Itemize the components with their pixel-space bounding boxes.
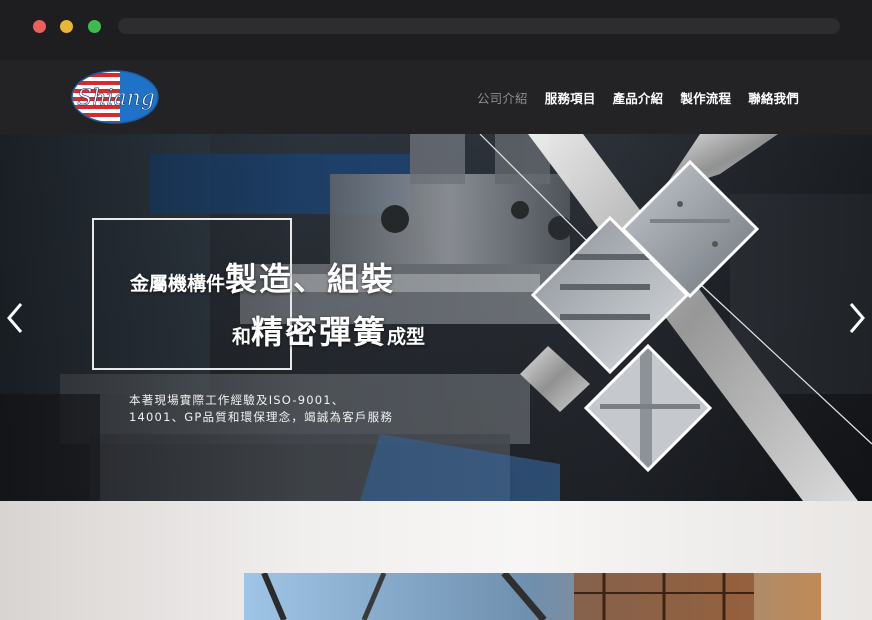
browser-chrome bbox=[0, 0, 872, 60]
hero-title-line2-small-b: 成型 bbox=[387, 326, 426, 348]
nav-item-process[interactable]: 製作流程 bbox=[680, 88, 731, 107]
browser-window: Shiang 公司介紹 服務項目 產品介紹 製作流程 聯絡我們 金屬機構件製造、… bbox=[0, 0, 872, 620]
address-bar[interactable] bbox=[118, 18, 840, 34]
nav-item-products[interactable]: 產品介紹 bbox=[613, 88, 664, 107]
chevron-left-icon[interactable] bbox=[5, 302, 25, 334]
hero-title-line1: 金屬機構件製造、組裝 bbox=[130, 254, 395, 300]
nav-item-services[interactable]: 服務項目 bbox=[545, 88, 596, 107]
content-section bbox=[0, 501, 872, 620]
close-window-button[interactable] bbox=[33, 20, 46, 33]
hero-title-line1-small: 金屬機構件 bbox=[130, 273, 226, 295]
site-header: Shiang 公司介紹 服務項目 產品介紹 製作流程 聯絡我們 bbox=[0, 60, 872, 134]
company-logo[interactable]: Shiang bbox=[70, 69, 160, 125]
hero-title-line2-small-a: 和 bbox=[232, 326, 252, 348]
nav-item-contact[interactable]: 聯絡我們 bbox=[748, 88, 799, 107]
hero-title-line2-large: 精密彈簧 bbox=[251, 313, 388, 351]
hero-title-line1-large: 製造、組裝 bbox=[225, 260, 396, 298]
minimize-window-button[interactable] bbox=[60, 20, 73, 33]
hero-description: 本著現場實際工作經驗及ISO-9001、14001、GP品質和環保理念，竭誠為客… bbox=[129, 393, 394, 424]
hero-title-line2: 和精密彈簧成型 bbox=[232, 307, 425, 353]
maximize-window-button[interactable] bbox=[88, 20, 101, 33]
main-nav: 公司介紹 服務項目 產品介紹 製作流程 聯絡我們 bbox=[477, 88, 799, 107]
hero-slider: 金屬機構件製造、組裝 和精密彈簧成型 本著現場實際工作經驗及ISO-9001、1… bbox=[0, 134, 872, 501]
svg-text:Shiang: Shiang bbox=[77, 86, 155, 111]
nav-item-about[interactable]: 公司介紹 bbox=[477, 88, 528, 107]
factory-photo bbox=[244, 573, 821, 620]
chevron-right-icon[interactable] bbox=[847, 302, 867, 334]
